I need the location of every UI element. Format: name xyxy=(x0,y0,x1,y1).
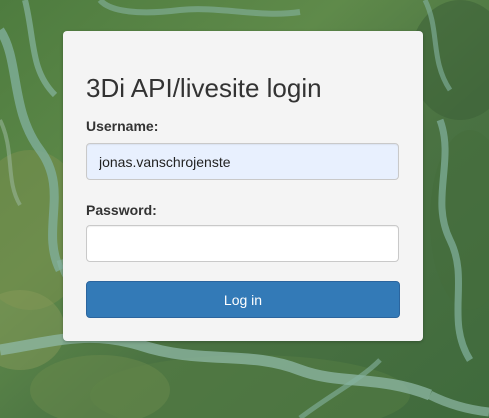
login-button[interactable]: Log in xyxy=(86,281,400,318)
login-title: 3Di API/livesite login xyxy=(86,73,322,103)
password-label: Password: xyxy=(86,202,157,218)
username-input[interactable] xyxy=(86,143,399,180)
login-panel: 3Di API/livesite login Username: Passwor… xyxy=(63,31,423,341)
username-label: Username: xyxy=(86,118,159,134)
password-input[interactable] xyxy=(86,225,399,262)
